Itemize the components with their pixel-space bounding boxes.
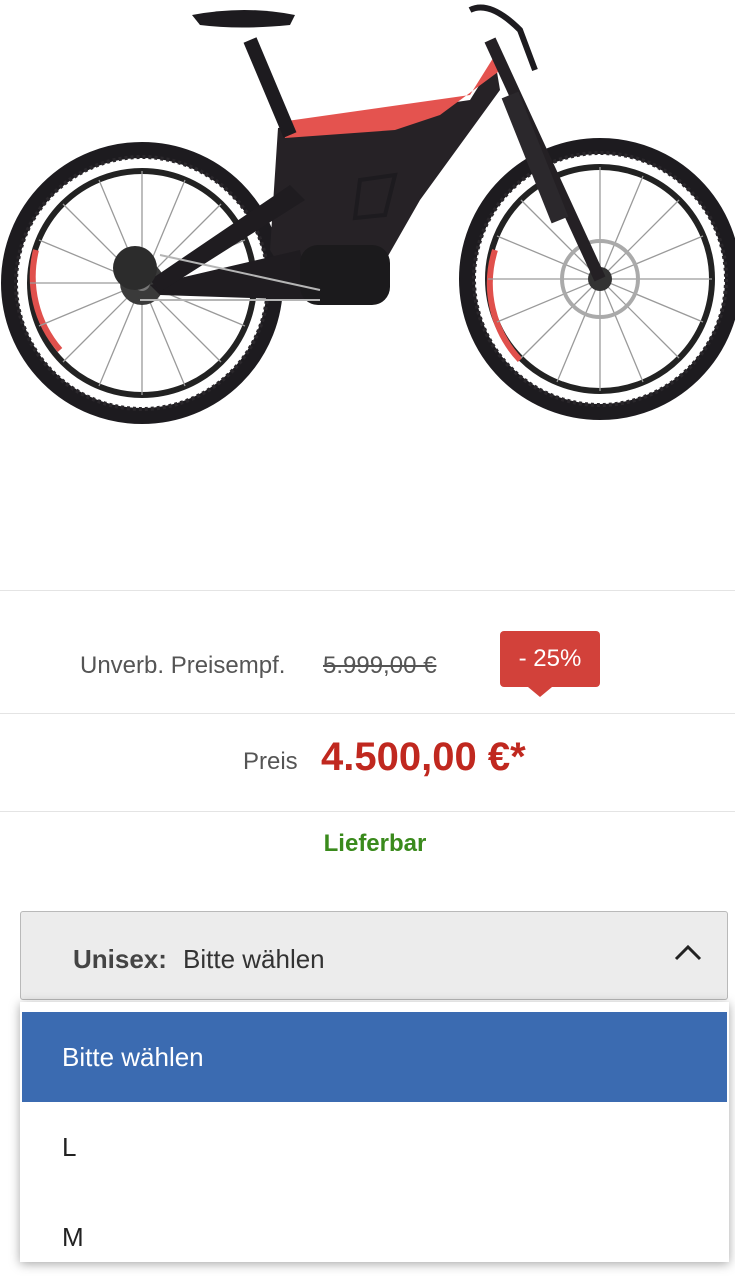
discount-badge-pointer [528, 687, 552, 697]
price-label: Preis [243, 748, 298, 775]
option-l[interactable]: L [22, 1102, 727, 1192]
chevron-up-icon[interactable] [673, 942, 703, 962]
product-image[interactable] [0, 0, 735, 590]
availability-status: Lieferbar [323, 830, 427, 857]
option-bitte-waehlen[interactable]: Bitte wählen [22, 1012, 727, 1102]
bike-illustration [1, 4, 735, 424]
price-value: 4.500,00 €* [321, 735, 526, 779]
select-value: Bitte wählen [183, 944, 325, 974]
rrp-value: 5.999,00 € [323, 652, 437, 679]
divider [0, 713, 735, 714]
size-options-list[interactable]: Bitte wählen L M [20, 1002, 729, 1262]
discount-badge: - 25% [500, 631, 600, 687]
option-m[interactable]: M [22, 1192, 727, 1282]
rrp-label: Unverb. Preisempf. [80, 652, 286, 679]
size-select[interactable]: Unisex: Bitte wählen [20, 911, 728, 1000]
select-label: Unisex: [73, 944, 167, 974]
divider [0, 811, 735, 812]
divider [0, 590, 735, 591]
